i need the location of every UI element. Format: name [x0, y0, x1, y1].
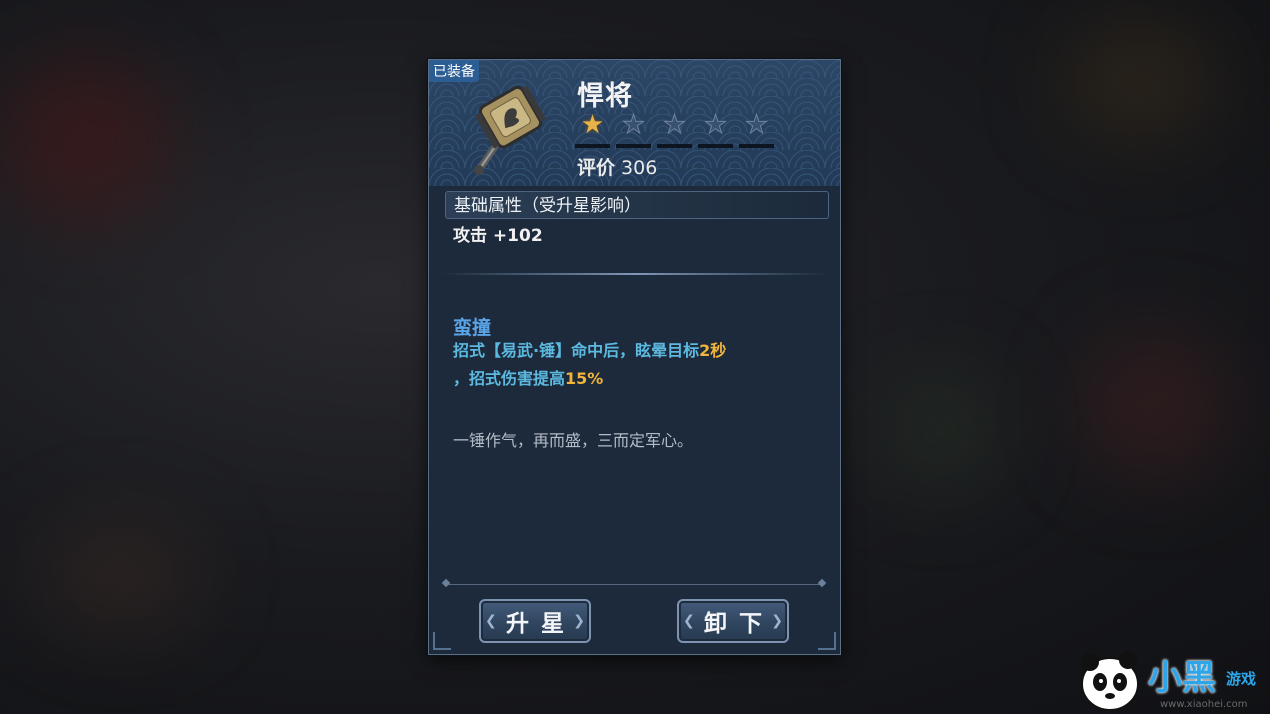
- equipment-detail-panel: 已装备 悍将 ★ ★ ★ ★ ★ 评价 306 基础属性（受升星影响） 攻击 +…: [428, 59, 841, 655]
- skill-desc-text: 招式【易武·锤】命中后，眩晕目标: [453, 341, 700, 360]
- star-rating: ★ ★ ★ ★ ★: [575, 110, 774, 148]
- star-empty-icon: ★: [662, 110, 687, 141]
- chevron-left-icon: ❮: [485, 613, 497, 629]
- attack-attribute: 攻击 +102: [453, 226, 543, 246]
- hammer-weapon-icon: [474, 85, 546, 175]
- star-empty-icon: ★: [621, 110, 646, 141]
- unequip-label: 卸下: [704, 611, 774, 637]
- rating-value: 306: [621, 157, 658, 179]
- chevron-right-icon: ❯: [771, 613, 783, 629]
- star-up-button[interactable]: ❮ 升星 ❯: [479, 599, 591, 643]
- skill-name: 蛮撞: [453, 317, 492, 339]
- skill-description: 招式【易武·锤】命中后，眩晕目标2秒 ，招式伤害提高15%: [453, 337, 823, 393]
- equipped-tag: 已装备: [429, 60, 479, 82]
- skill-damage-bonus: 15%: [565, 369, 604, 388]
- item-name: 悍将: [577, 81, 633, 112]
- star-level-bar: [657, 144, 692, 148]
- divider-ornament: [441, 578, 451, 588]
- watermark-url: www.xiaohei.com: [1160, 699, 1248, 710]
- skill-desc-text: ，招式伤害提高: [453, 369, 566, 388]
- item-rating: 评价 306: [577, 153, 657, 180]
- star-filled-icon: ★: [580, 110, 605, 140]
- divider-ornament: [817, 578, 827, 588]
- star-level-bar: [739, 144, 774, 148]
- unequip-button[interactable]: ❮ 卸下 ❯: [677, 599, 789, 643]
- star-empty-icon: ★: [703, 110, 728, 141]
- flavor-text: 一锤作气，再而盛，三而定军心。: [453, 431, 694, 450]
- section-divider: [441, 273, 829, 275]
- star-level-bar: [698, 144, 733, 148]
- watermark-brand: 小黑: [1148, 658, 1216, 698]
- star-empty-icon: ★: [744, 110, 769, 141]
- chevron-right-icon: ❯: [573, 613, 585, 629]
- rating-label: 评价: [577, 157, 616, 179]
- star-level-bar: [575, 144, 610, 148]
- watermark-sub: 游戏: [1226, 670, 1257, 688]
- chevron-left-icon: ❮: [683, 613, 695, 629]
- star-level-bar: [616, 144, 651, 148]
- footer-divider: [445, 584, 825, 585]
- corner-ornament: [818, 632, 836, 650]
- star-up-label: 升星: [506, 611, 576, 637]
- base-attributes-header: 基础属性（受升星影响）: [445, 191, 829, 219]
- item-header: 已装备 悍将 ★ ★ ★ ★ ★ 评价 306: [429, 60, 840, 186]
- skill-stun-duration: 2秒: [699, 341, 727, 360]
- corner-ornament: [433, 632, 451, 650]
